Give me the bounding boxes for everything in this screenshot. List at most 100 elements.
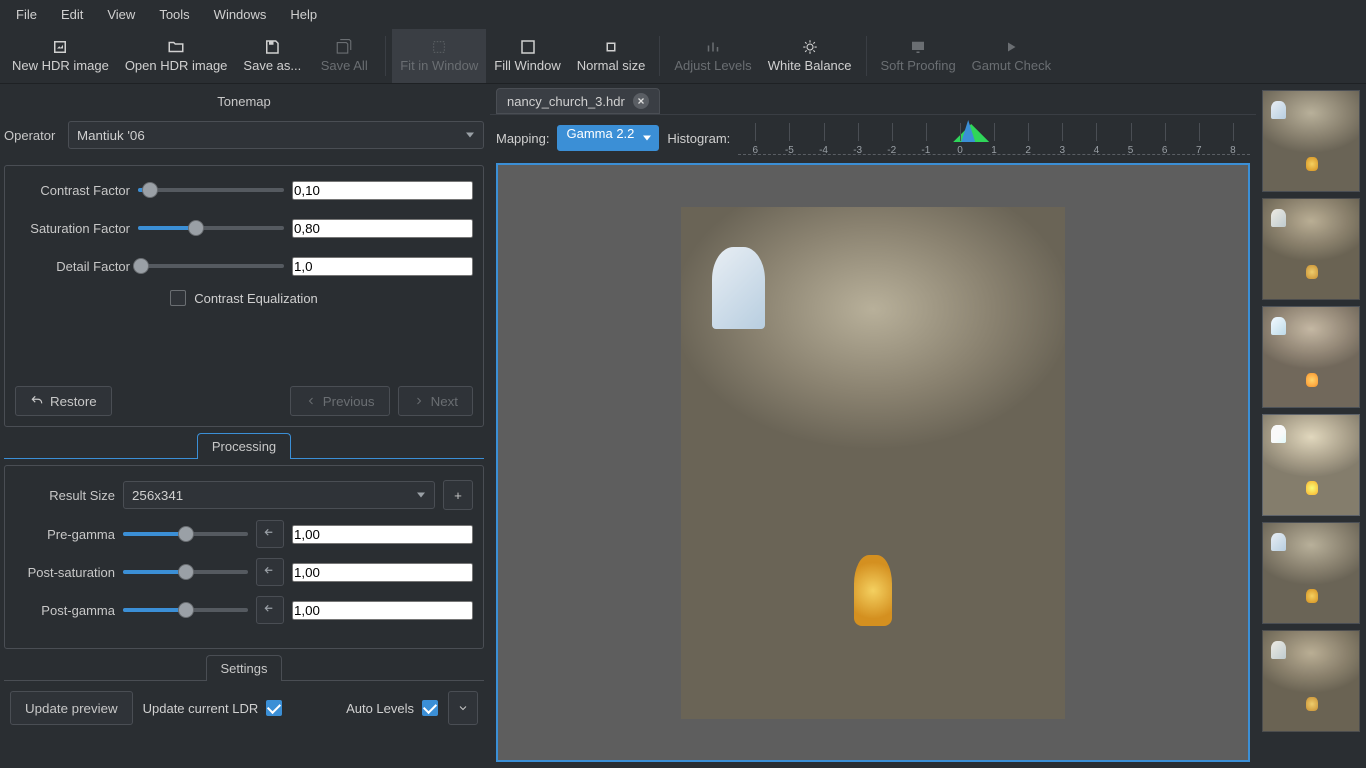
mapping-select[interactable]: Gamma 2.2 [557,125,659,151]
white-balance-button[interactable]: White Balance [760,29,860,83]
normal-size-button[interactable]: Normal size [569,29,654,83]
postgamma-reset[interactable] [256,596,284,624]
close-icon [636,96,646,106]
adjust-levels-button[interactable]: Adjust Levels [666,29,759,83]
auto-levels-checkbox[interactable] [422,700,438,716]
gamut-check-button[interactable]: Gamut Check [964,29,1059,83]
chevron-right-icon [413,395,425,407]
tab-settings[interactable]: Settings [206,655,283,681]
preview-image [681,207,1065,719]
monitor-icon [909,38,927,56]
main-toolbar: New HDR image Open HDR image Save as... … [0,28,1366,84]
thumbnail[interactable] [1262,90,1360,192]
operator-select[interactable]: Mantiuk '06 [68,121,484,149]
save-as-button[interactable]: Save as... [235,29,309,83]
white-balance-label: White Balance [768,58,852,73]
folder-icon [167,38,185,56]
save-all-button[interactable]: Save All [309,29,379,83]
update-preview-button[interactable]: Update preview [10,691,133,725]
thumbnail[interactable] [1262,306,1360,408]
menu-tools[interactable]: Tools [147,3,201,26]
histogram-tick: -2 [875,145,909,156]
thumbnail[interactable] [1262,414,1360,516]
detail-value[interactable] [292,257,473,276]
histogram-tick: 6 [1148,145,1182,156]
reset-icon [263,603,277,617]
pregamma-label: Pre-gamma [15,527,115,542]
normal-size-icon [602,38,620,56]
postgamma-value[interactable] [292,601,473,620]
tonemap-params: Contrast Factor Saturation Factor Detail… [4,165,484,427]
thumbnail[interactable] [1262,522,1360,624]
postsat-reset[interactable] [256,558,284,586]
histogram-tick: 8 [1216,145,1250,156]
normal-size-label: Normal size [577,58,646,73]
image-canvas[interactable] [496,163,1250,762]
thumbnail-strip [1256,84,1366,768]
operator-label: Operator [4,128,60,143]
save-as-label: Save as... [243,58,301,73]
menu-view[interactable]: View [95,3,147,26]
auto-levels-menu-button[interactable] [448,691,478,725]
menu-file[interactable]: File [4,3,49,26]
histogram-tick: -5 [772,145,806,156]
chevron-down-icon [457,702,469,714]
saturation-label: Saturation Factor [15,221,130,236]
fill-window-button[interactable]: Fill Window [486,29,568,83]
previous-button[interactable]: Previous [290,386,390,416]
histogram-tick: 3 [1045,145,1079,156]
levels-icon [704,38,722,56]
menu-edit[interactable]: Edit [49,3,95,26]
histogram-peak [953,120,989,142]
next-button[interactable]: Next [398,386,473,416]
histogram-tick: -1 [909,145,943,156]
menu-windows[interactable]: Windows [202,3,279,26]
close-tab-button[interactable] [633,93,649,109]
file-tab[interactable]: nancy_church_3.hdr [496,88,660,114]
pregamma-value[interactable] [292,525,473,544]
new-hdr-button[interactable]: New HDR image [4,29,117,83]
processing-tabs: Processing [4,433,484,459]
mapping-label: Mapping: [496,131,549,146]
thumbnail[interactable] [1262,198,1360,300]
contrast-value[interactable] [292,181,473,200]
result-size-plus-button[interactable]: + [443,480,473,510]
pregamma-reset[interactable] [256,520,284,548]
update-ldr-checkbox[interactable] [266,700,282,716]
bottom-bar: Update preview Update current LDR Auto L… [4,687,484,729]
restore-button[interactable]: Restore [15,386,112,416]
auto-levels-label: Auto Levels [346,701,414,716]
pregamma-slider[interactable] [123,520,248,548]
histogram[interactable]: 6-5-4-3-2-1012345678 [738,121,1250,155]
fit-window-button[interactable]: Fit in Window [392,29,486,83]
image-plus-icon [51,38,69,56]
contrast-slider[interactable] [138,176,284,204]
separator [385,36,386,76]
file-tab-bar: nancy_church_3.hdr [490,84,1256,114]
reset-icon [263,565,277,579]
menu-bar: File Edit View Tools Windows Help [0,0,1366,28]
thumbnail[interactable] [1262,630,1360,732]
saturation-value[interactable] [292,219,473,238]
tab-processing[interactable]: Processing [197,433,291,459]
soft-proofing-button[interactable]: Soft Proofing [873,29,964,83]
contrast-eq-checkbox[interactable] [170,290,186,306]
chevron-left-icon [305,395,317,407]
saturation-slider[interactable] [138,214,284,242]
viewer-area: nancy_church_3.hdr Mapping: Gamma 2.2 Hi… [490,84,1256,768]
detail-slider[interactable] [138,252,284,280]
contrast-eq-label: Contrast Equalization [194,291,318,306]
postgamma-slider[interactable] [123,596,248,624]
postsat-slider[interactable] [123,558,248,586]
postsat-value[interactable] [292,563,473,582]
sun-icon [801,38,819,56]
update-ldr-label: Update current LDR [143,701,259,716]
histogram-tick: -3 [841,145,875,156]
open-hdr-button[interactable]: Open HDR image [117,29,236,83]
menu-help[interactable]: Help [278,3,329,26]
result-size-select[interactable]: 256x341 [123,481,435,509]
save-all-label: Save All [321,58,368,73]
histogram-tick: 4 [1079,145,1113,156]
separator [866,36,867,76]
left-panel: Tonemap Operator Mantiuk '06 Contrast Fa… [0,84,490,768]
